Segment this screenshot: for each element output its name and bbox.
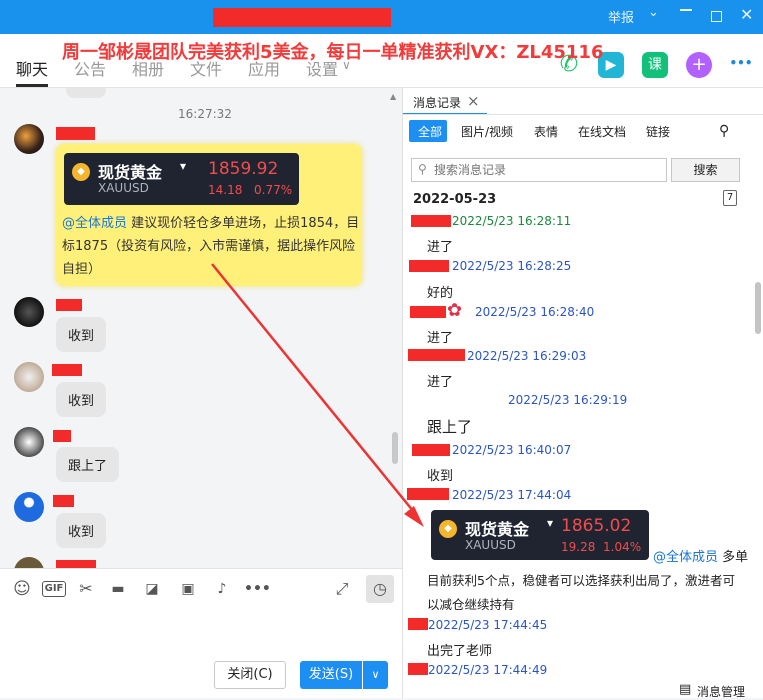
annotation-arrow xyxy=(211,263,424,527)
